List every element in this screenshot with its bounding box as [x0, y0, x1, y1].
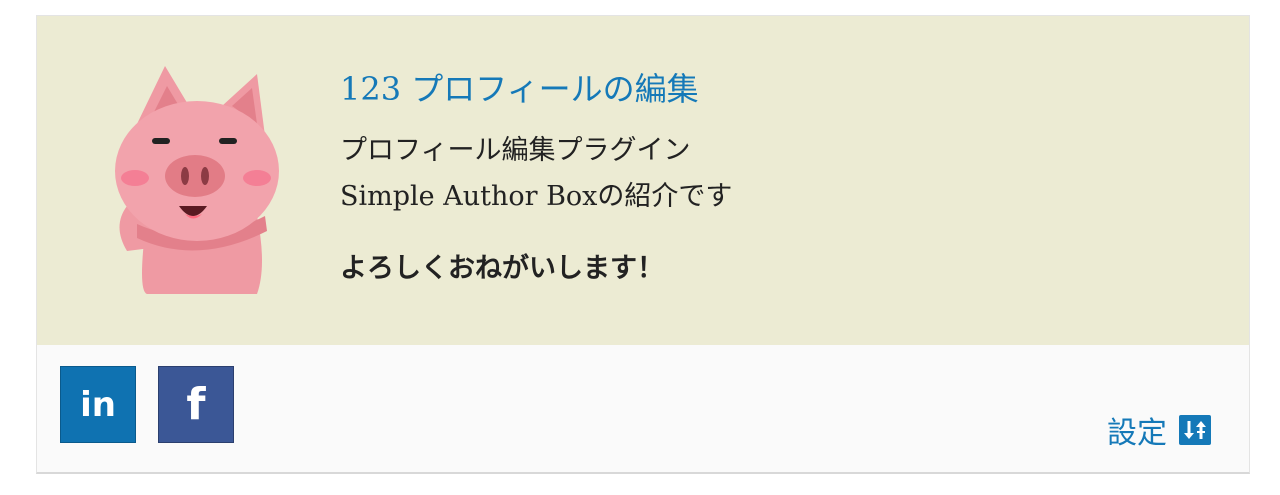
settings-label: 設定: [1107, 416, 1167, 451]
author-info-panel: 123 プロフィールの編集 プロフィール編集プラグイン Simple Autho…: [37, 16, 1249, 345]
pig-avatar-image: [115, 66, 279, 294]
author-greeting: よろしくおねがいします！: [340, 253, 664, 284]
author-name-link[interactable]: 123 プロフィールの編集: [340, 64, 699, 110]
author-description-line1: プロフィール編集プラグイン: [340, 135, 691, 166]
settings-link[interactable]: 設定: [1107, 408, 1211, 452]
author-description: プロフィール編集プラグイン Simple Author Boxの紹介です: [340, 128, 732, 220]
facebook-button[interactable]: f: [158, 366, 234, 443]
facebook-icon: f: [186, 379, 206, 430]
sliders-icon: [1179, 415, 1211, 445]
author-box: 123 プロフィールの編集 プロフィール編集プラグイン Simple Autho…: [36, 15, 1250, 474]
linkedin-icon: in: [80, 384, 116, 425]
linkedin-button[interactable]: in: [60, 366, 136, 443]
author-description-line2: Simple Author Boxの紹介です: [340, 181, 733, 212]
